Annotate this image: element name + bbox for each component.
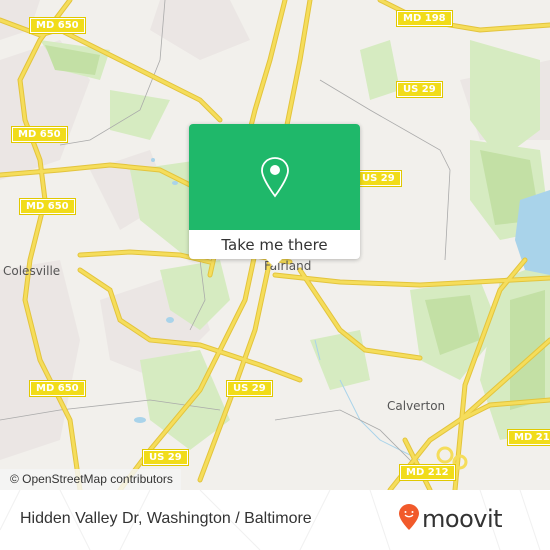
location-popup: Take me there: [189, 124, 360, 267]
moovit-wordmark: moovit: [422, 505, 503, 533]
road-shield-md650: MD 650: [29, 17, 86, 34]
location-title: Hidden Valley Dr, Washington / Baltimore: [20, 510, 312, 527]
road-shield-us29: US 29: [142, 449, 189, 466]
road-shield-us29: US 29: [226, 380, 273, 397]
place-label-colesville: Colesville: [3, 264, 61, 278]
road-shield-md650: MD 650: [29, 380, 86, 397]
footer-bar: Hidden Valley Dr, Washington / Baltimore…: [0, 490, 550, 550]
map-attribution[interactable]: © OpenStreetMap contributors: [0, 469, 181, 490]
road-shield-md212: MD 212: [399, 464, 456, 481]
road-shield-md198: MD 198: [396, 10, 453, 27]
road-shield-us29: US 29: [355, 170, 402, 187]
road-shield-md212: MD 212: [507, 429, 550, 446]
place-label-calverton: Calverton: [387, 399, 446, 413]
map-view[interactable]: MD 650 MD 650 MD 650 MD 650 MD 198 US 29…: [0, 0, 550, 490]
moovit-pin-icon: [398, 503, 420, 535]
road-shield-us29: US 29: [396, 81, 443, 98]
road-shield-md650: MD 650: [19, 198, 76, 215]
moovit-logo[interactable]: moovit: [398, 503, 503, 535]
popup-header: [189, 124, 360, 230]
road-shield-md650: MD 650: [11, 126, 68, 143]
popup-pointer: [266, 259, 282, 267]
take-me-there-button[interactable]: Take me there: [189, 230, 360, 259]
